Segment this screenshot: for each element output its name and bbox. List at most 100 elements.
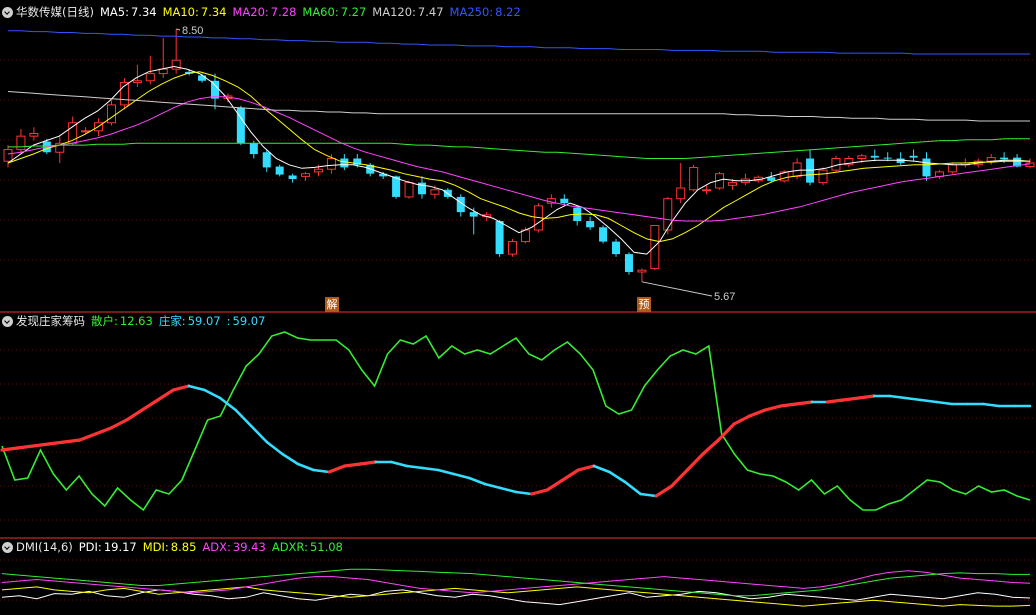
panel-separators <box>0 311 1036 539</box>
candle <box>650 225 660 271</box>
chip-panel-title: 发现庄家筹码 <box>16 314 85 328</box>
candle-body <box>16 135 26 151</box>
candle-body <box>922 158 931 177</box>
candle <box>844 155 854 168</box>
line-banker-segment <box>171 384 191 392</box>
dmi-line-adx <box>1 570 1031 594</box>
candle-body <box>301 173 311 177</box>
indicator-value: 59.07 <box>187 314 221 328</box>
candle-body <box>210 80 219 99</box>
candle-body <box>236 107 245 144</box>
event-marker-yu[interactable]: 预 <box>637 297 651 312</box>
candle <box>896 152 905 165</box>
candle <box>870 149 879 162</box>
ma-line-ma250 <box>8 30 1030 55</box>
candle <box>210 73 219 110</box>
line-banker-segment <box>608 470 627 484</box>
indicator-value: 7.34 <box>200 5 227 19</box>
line-banker-segment <box>499 486 518 494</box>
indicator-label: MA250: <box>449 5 494 19</box>
dmi-panel-title: DMI(14,6) <box>16 540 73 554</box>
indicator-1: MDI: 8.85 <box>143 540 197 554</box>
indicator-value: 8.22 <box>495 5 521 19</box>
candle-body <box>288 175 297 180</box>
candle <box>740 173 750 186</box>
ma-line-ma60 <box>8 138 1030 159</box>
line-banker-segment <box>654 484 674 498</box>
line-banker-segment <box>561 468 580 482</box>
indicator-0: 散户: 12.63 <box>91 314 153 328</box>
dmi-indicator-list: PDI: 19.17 MDI: 8.85 ADX: 39.43 ADXR: 51.08 <box>79 540 349 554</box>
candle <box>262 150 271 172</box>
candle <box>986 154 996 165</box>
candle <box>818 167 828 186</box>
event-marker-jie[interactable]: 解 <box>325 297 339 312</box>
line-banker-segment <box>981 402 1001 408</box>
indicator-0: PDI: 19.17 <box>79 540 137 554</box>
candle <box>275 164 284 177</box>
collapse-icon[interactable] <box>2 315 13 327</box>
candle <box>301 171 311 181</box>
line-banker-segment <box>156 388 175 402</box>
main-panel-header: 华数传媒(日线) MA5: 7.34 MA10: 7.34 MA20: 7.28 MA60:… <box>2 4 527 20</box>
line-banker-segment <box>343 462 362 468</box>
indicator-0: MA5: 7.34 <box>100 5 157 19</box>
candle-body <box>326 158 336 170</box>
candle <box>934 170 944 180</box>
indicator-2: MA20: 7.28 <box>232 5 296 19</box>
line-banker-segment <box>249 424 269 444</box>
line-retail <box>1 331 1031 512</box>
candle-body <box>767 177 776 181</box>
low-price-label: 5.67 <box>714 291 735 303</box>
line-banker-segment <box>265 440 284 456</box>
candle <box>145 55 155 85</box>
candle-body <box>430 189 440 195</box>
candle-body <box>702 189 712 192</box>
line-banker-segment <box>483 482 502 490</box>
line-banker-segment <box>327 464 347 474</box>
line-banker-segment <box>93 426 113 436</box>
line-banker-segment <box>405 464 424 470</box>
candle <box>689 164 699 192</box>
candle-body <box>29 132 39 137</box>
ma-line-ma5 <box>7 65 1031 255</box>
candle-body <box>586 221 595 228</box>
candle-body <box>857 155 867 159</box>
collapse-icon[interactable] <box>2 6 13 18</box>
candle <box>508 238 518 257</box>
candle-body <box>106 104 117 124</box>
candle-body <box>818 169 828 184</box>
line-banker-segment <box>529 488 549 496</box>
main-indicator-list: MA5: 7.34 MA10: 7.34 MA20: 7.28 MA60: 7.27 MA120… <box>100 5 527 19</box>
line-banker-segment <box>47 440 66 446</box>
dmi-panel-lines <box>1 568 1031 607</box>
candle <box>16 129 26 155</box>
indicator-3: MA60: 7.27 <box>302 5 366 19</box>
candle <box>288 173 297 183</box>
collapse-icon[interactable] <box>2 541 13 553</box>
candle-body <box>158 68 168 75</box>
candle-body <box>650 225 660 269</box>
candle <box>612 238 621 257</box>
candle <box>676 162 686 204</box>
indicator-5: MA250: 8.22 <box>450 5 521 19</box>
line-banker-segment <box>125 408 144 422</box>
indicator-label: : <box>226 314 231 328</box>
line-banker-segment <box>514 490 533 496</box>
line-banker-segment <box>794 400 814 406</box>
indicator-label: PDI: <box>78 540 102 554</box>
candle-body <box>132 80 142 84</box>
candle <box>236 105 245 146</box>
indicator-value: 8.85 <box>170 540 197 554</box>
line-banker-segment <box>935 400 954 406</box>
line-banker-segment <box>187 384 206 392</box>
chart-canvas: 8.50 5.67 <box>0 25 1036 607</box>
indicator-label: ADXR: <box>271 540 308 554</box>
chip-indicator-list: 散户: 12.63 庄家: 59.07:59.07 <box>91 313 271 329</box>
line-banker-segment <box>281 452 300 466</box>
candle <box>909 149 918 162</box>
candle-body <box>340 158 349 168</box>
line-banker-segment <box>623 480 642 496</box>
candle-body <box>508 241 518 255</box>
candle-body <box>599 227 608 242</box>
